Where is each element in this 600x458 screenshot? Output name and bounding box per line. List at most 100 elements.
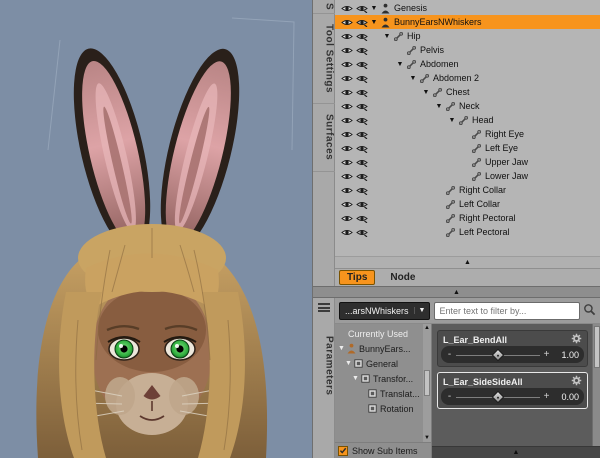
- tree-scroll-up-strip[interactable]: ▲: [335, 256, 600, 268]
- visibility-eye-icon[interactable]: [339, 102, 354, 111]
- visibility-eye-icon[interactable]: [339, 228, 354, 237]
- slider-handle[interactable]: [491, 348, 505, 361]
- show-sub-items-checkbox[interactable]: [338, 445, 348, 456]
- parameter-group-row[interactable]: Rotation: [335, 401, 431, 416]
- selectable-eye-icon[interactable]: [354, 130, 369, 139]
- scene-tree-row[interactable]: ▼ Head: [335, 113, 600, 127]
- parameter-group-row[interactable]: ▼ BunnyEars...: [335, 341, 431, 356]
- selectable-eye-icon[interactable]: [354, 60, 369, 69]
- slider-bar[interactable]: - +1.00: [441, 346, 584, 363]
- visibility-eye-icon[interactable]: [339, 60, 354, 69]
- slider-handle[interactable]: [491, 390, 505, 403]
- scene-tree-row[interactable]: Right Collar: [335, 183, 600, 197]
- expander-arrow-icon[interactable]: ▼: [421, 89, 431, 96]
- expander-arrow-icon[interactable]: ▼: [369, 5, 379, 12]
- parameter-group-row[interactable]: Currently Used: [335, 326, 431, 341]
- scene-tree-row[interactable]: ▼ Genesis: [335, 1, 600, 15]
- selectable-eye-icon[interactable]: [354, 18, 369, 27]
- visibility-eye-icon[interactable]: [339, 172, 354, 181]
- sliders-scrollbar[interactable]: [592, 324, 600, 446]
- scene-tree-row[interactable]: Left Collar: [335, 197, 600, 211]
- selectable-eye-icon[interactable]: [354, 214, 369, 223]
- selectable-eye-icon[interactable]: [354, 4, 369, 13]
- filter-input[interactable]: [434, 301, 580, 320]
- gear-icon[interactable]: [571, 375, 582, 388]
- decrement-button[interactable]: -: [446, 349, 453, 360]
- visibility-eye-icon[interactable]: [339, 214, 354, 223]
- expander-arrow-icon[interactable]: ▼: [408, 75, 418, 82]
- scene-tree-row[interactable]: Left Eye: [335, 141, 600, 155]
- parameter-group-row[interactable]: ▼ General: [335, 356, 431, 371]
- increment-button[interactable]: +: [543, 391, 550, 402]
- selectable-eye-icon[interactable]: [354, 144, 369, 153]
- panel-splitter[interactable]: ▲: [313, 286, 600, 298]
- visibility-eye-icon[interactable]: [339, 46, 354, 55]
- visibility-eye-icon[interactable]: [339, 4, 354, 13]
- visibility-eye-icon[interactable]: [339, 200, 354, 209]
- selectable-eye-icon[interactable]: [354, 32, 369, 41]
- selectable-eye-icon[interactable]: [354, 228, 369, 237]
- viewport-3d[interactable]: [0, 0, 312, 458]
- visibility-eye-icon[interactable]: [339, 88, 354, 97]
- slider-track[interactable]: [456, 346, 540, 363]
- expander-arrow-icon[interactable]: ▼: [382, 33, 392, 40]
- parameter-slider-block[interactable]: L_Ear_BendAll - +1.00: [437, 330, 588, 367]
- scene-tree-row[interactable]: ▼ Neck: [335, 99, 600, 113]
- scene-tree-row[interactable]: ▼ Chest: [335, 85, 600, 99]
- decrement-button[interactable]: -: [446, 391, 453, 402]
- pane-menu-icon[interactable]: [317, 303, 330, 312]
- visibility-eye-icon[interactable]: [339, 32, 354, 41]
- visibility-eye-icon[interactable]: [339, 144, 354, 153]
- scene-tree-row[interactable]: ▼ Abdomen 2: [335, 71, 600, 85]
- scrollbar-thumb[interactable]: [424, 370, 430, 396]
- scrollbar-thumb[interactable]: [593, 326, 600, 368]
- scene-tree-row[interactable]: ▼ Hip: [335, 29, 600, 43]
- expander-arrow-icon[interactable]: ▼: [337, 345, 346, 352]
- expander-arrow-icon[interactable]: ▼: [434, 103, 444, 110]
- expander-arrow-icon[interactable]: ▼: [447, 117, 457, 124]
- scene-tree-row[interactable]: Pelvis: [335, 43, 600, 57]
- expander-arrow-icon[interactable]: ▼: [369, 19, 379, 26]
- selectable-eye-icon[interactable]: [354, 158, 369, 167]
- parameter-group-row[interactable]: Translat...: [335, 386, 431, 401]
- scene-tree-row[interactable]: ▼ BunnyEarsNWhiskers: [335, 15, 600, 29]
- selectable-eye-icon[interactable]: [354, 102, 369, 111]
- tab-parameters[interactable]: Parameters: [313, 326, 335, 405]
- selectable-eye-icon[interactable]: [354, 186, 369, 195]
- node-selector-dropdown[interactable]: ...arsNWhiskers ▼: [339, 301, 431, 320]
- scene-tree-row[interactable]: Upper Jaw: [335, 155, 600, 169]
- selectable-eye-icon[interactable]: [354, 116, 369, 125]
- scroll-down-icon[interactable]: ▼: [424, 435, 430, 441]
- pane-tab-tool-settings[interactable]: Tool Settings: [312, 14, 335, 105]
- pane-tab-scene[interactable]: S: [312, 0, 335, 15]
- parameter-value[interactable]: 1.00: [553, 350, 579, 360]
- increment-button[interactable]: +: [543, 349, 550, 360]
- search-icon[interactable]: [583, 303, 596, 318]
- sliders-scroll-up-strip[interactable]: ▲: [432, 446, 600, 458]
- scene-tree-row[interactable]: Right Eye: [335, 127, 600, 141]
- selectable-eye-icon[interactable]: [354, 200, 369, 209]
- parameter-value[interactable]: 0.00: [553, 392, 579, 402]
- selectable-eye-icon[interactable]: [354, 172, 369, 181]
- visibility-eye-icon[interactable]: [339, 158, 354, 167]
- expander-arrow-icon[interactable]: ▼: [395, 61, 405, 68]
- expander-arrow-icon[interactable]: ▼: [344, 360, 353, 367]
- parameter-slider-block[interactable]: L_Ear_SideSideAll - +0.00: [437, 372, 588, 409]
- slider-track[interactable]: [456, 388, 540, 405]
- visibility-eye-icon[interactable]: [339, 186, 354, 195]
- scroll-up-icon[interactable]: ▲: [424, 325, 430, 331]
- selectable-eye-icon[interactable]: [354, 74, 369, 83]
- bottom-tab-tips[interactable]: Tips: [339, 270, 376, 285]
- scene-tree-row[interactable]: Left Pectoral: [335, 225, 600, 239]
- expander-arrow-icon[interactable]: ▼: [351, 375, 360, 382]
- selectable-eye-icon[interactable]: [354, 88, 369, 97]
- groups-scrollbar[interactable]: ▲ ▼: [423, 324, 431, 442]
- scene-tree-row[interactable]: ▼ Abdomen: [335, 57, 600, 71]
- visibility-eye-icon[interactable]: [339, 130, 354, 139]
- scene-tree-row[interactable]: Lower Jaw: [335, 169, 600, 183]
- visibility-eye-icon[interactable]: [339, 18, 354, 27]
- visibility-eye-icon[interactable]: [339, 74, 354, 83]
- selectable-eye-icon[interactable]: [354, 46, 369, 55]
- pane-tab-surfaces[interactable]: Surfaces: [312, 104, 335, 172]
- scene-tree-row[interactable]: Right Pectoral: [335, 211, 600, 225]
